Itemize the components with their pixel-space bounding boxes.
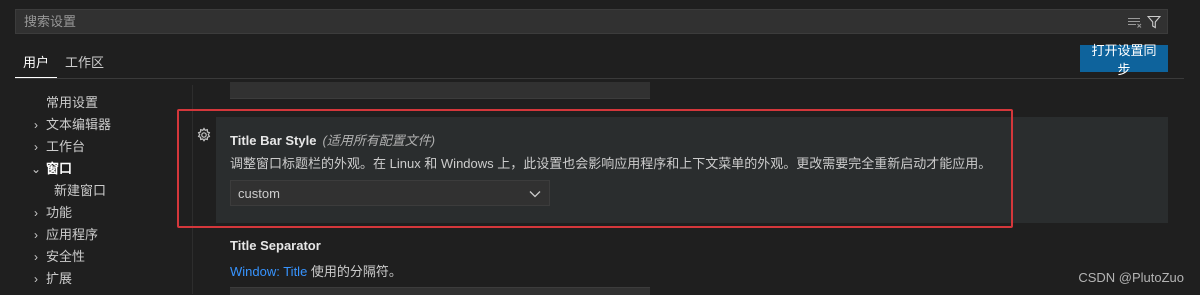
toc-item-new-window[interactable]: 新建窗口 [0, 180, 192, 202]
toc-item-commonly-used[interactable]: 常用设置 [0, 92, 192, 114]
chevron-right-icon: › [34, 228, 38, 242]
toc-item-workbench[interactable]: › 工作台 [0, 136, 192, 158]
chevron-right-icon: › [34, 206, 38, 220]
setting-title: Title Separator [230, 238, 321, 253]
watermark: CSDN @PlutoZuo [1078, 270, 1184, 285]
toc-item-label: 安全性 [46, 249, 86, 264]
toc-item-label: 应用程序 [46, 227, 99, 242]
setting-description-text: 使用的分隔符。 [307, 264, 402, 279]
setting-scope-label: (适用所有配置文件) [322, 133, 436, 148]
clear-filter-icon[interactable] [1127, 15, 1143, 29]
tab-divider [15, 78, 1184, 79]
settings-toc: 常用设置 › 文本编辑器 › 工作台 ⌄ 窗口 新建窗口 › 功能 › 应用程序… [0, 92, 192, 290]
tab-user[interactable]: 用户 [15, 50, 58, 78]
settings-scope-tabs: 用户 工作区 [15, 50, 112, 78]
toc-item-extensions[interactable]: › 扩展 [0, 268, 192, 290]
open-settings-sync-button[interactable]: 打开设置同步 [1080, 43, 1168, 77]
toc-item-label: 文本编辑器 [46, 117, 112, 132]
filter-icon[interactable] [1147, 15, 1161, 29]
toc-item-label: 工作台 [46, 139, 86, 154]
chevron-right-icon: › [34, 272, 38, 286]
toc-item-label: 常用设置 [46, 95, 99, 110]
gear-icon[interactable] [196, 127, 212, 146]
toc-item-label: 窗口 [46, 161, 73, 176]
tab-workspace[interactable]: 工作区 [57, 50, 112, 78]
title-bar-style-select[interactable]: custom [230, 180, 550, 206]
search-actions [1127, 15, 1167, 29]
toc-item-security[interactable]: › 安全性 [0, 246, 192, 268]
chevron-down-icon [529, 186, 541, 201]
toc-item-text-editor[interactable]: › 文本编辑器 [0, 114, 192, 136]
toc-item-label: 功能 [46, 205, 73, 220]
toc-item-features[interactable]: › 功能 [0, 202, 192, 224]
setting-title-label: Title Separator [230, 238, 321, 253]
previous-setting-dropdown[interactable] [230, 82, 650, 99]
search-input[interactable] [16, 13, 1127, 30]
select-value: custom [238, 185, 280, 201]
chevron-down-icon: ⌄ [30, 162, 42, 176]
search-bar [15, 9, 1168, 34]
chevron-right-icon: › [34, 250, 38, 264]
chevron-right-icon: › [34, 140, 38, 154]
setting-title-label: Title Bar Style [230, 133, 317, 148]
toc-item-application[interactable]: › 应用程序 [0, 224, 192, 246]
chevron-right-icon: › [34, 118, 38, 132]
setting-title: Title Bar Style (适用所有配置文件) [230, 130, 435, 149]
setting-description: Window: Title 使用的分隔符。 [230, 261, 402, 280]
toc-item-window[interactable]: ⌄ 窗口 [0, 158, 192, 180]
setting-description: 调整窗口标题栏的外观。在 Linux 和 Windows 上，此设置也会影响应用… [230, 156, 992, 171]
toc-item-label: 新建窗口 [54, 183, 107, 198]
setting-link[interactable]: Window: Title [230, 264, 307, 279]
toc-item-label: 扩展 [46, 271, 73, 286]
